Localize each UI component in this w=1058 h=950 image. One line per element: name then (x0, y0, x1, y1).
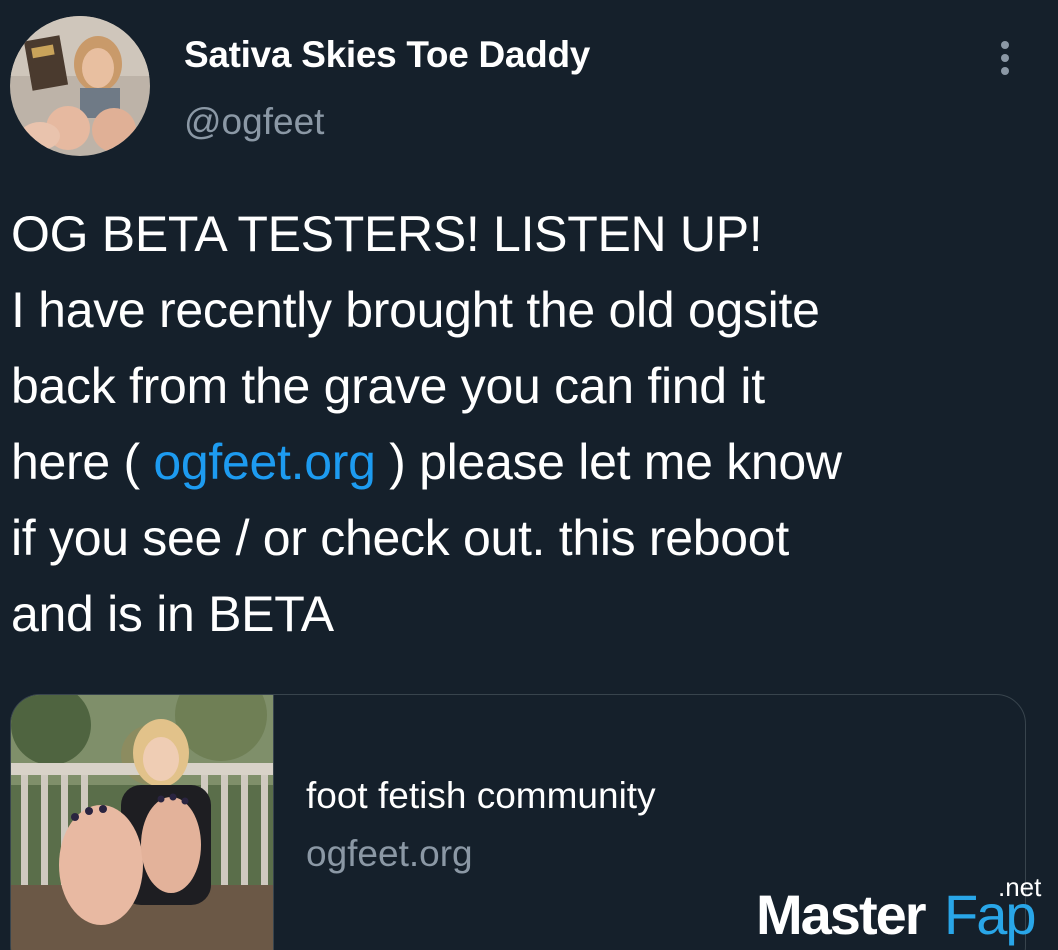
author-avatar[interactable] (10, 16, 150, 156)
more-vertical-icon (1001, 41, 1009, 75)
tweet-line: back from the grave you can find it (11, 358, 765, 414)
author-handle[interactable]: @ogfeet (184, 101, 324, 143)
tweet-line: and is in BETA (11, 586, 334, 642)
more-options-button[interactable] (988, 38, 1022, 78)
tweet-inline-link[interactable]: ogfeet.org (153, 434, 375, 490)
tweet-line: OG BETA TESTERS! LISTEN UP! (11, 206, 763, 262)
tweet-text-segment: here ( (11, 434, 154, 490)
tweet-line: if you see / or check out. this reboot (11, 510, 789, 566)
link-card-title: foot fetish community (306, 775, 656, 816)
tweet-text: OG BETA TESTERS! LISTEN UP! I have recen… (11, 196, 1046, 652)
tweet-line: I have recently brought the old ogsite (11, 282, 820, 338)
tweet-line: here ( ogfeet.org ) please let me know (11, 424, 1046, 500)
link-preview-card[interactable]: foot fetish community ogfeet.org (10, 694, 1026, 950)
avatar-photo (10, 16, 150, 156)
link-card-domain: ogfeet.org (306, 833, 473, 874)
author-display-name[interactable]: Sativa Skies Toe Daddy (184, 34, 590, 76)
thumbnail-photo (11, 695, 273, 950)
link-card-thumbnail (11, 695, 274, 950)
tweet-text-segment: ) please let me know (375, 434, 842, 490)
